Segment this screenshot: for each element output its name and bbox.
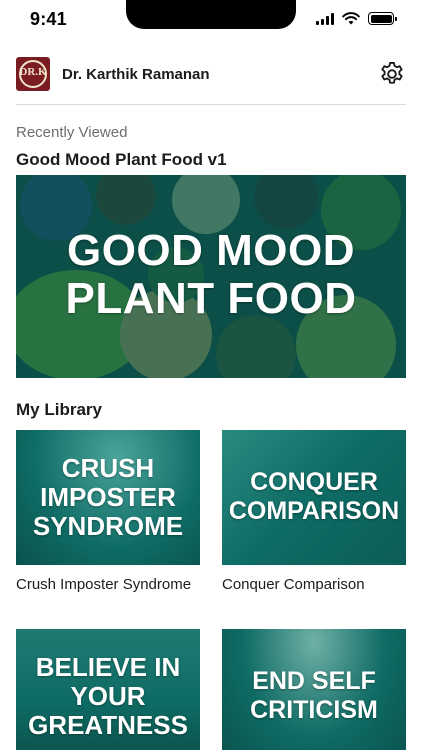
status-bar: 9:41 bbox=[0, 0, 422, 44]
recently-viewed-label: Recently Viewed bbox=[16, 124, 128, 141]
avatar-logo: DR.K bbox=[19, 66, 47, 78]
library-item-label[interactable]: Conquer Comparison bbox=[222, 572, 406, 597]
header-divider bbox=[16, 104, 406, 105]
hero-title-text: GOOD MOOD PLANT FOOD bbox=[65, 226, 357, 323]
library-item[interactable]: END SELF CRITICISM bbox=[222, 629, 406, 750]
thumbnail-text: CONQUER COMPARISON bbox=[228, 468, 400, 525]
library-item-thumbnail[interactable]: BELIEVE IN YOUR GREATNESS bbox=[16, 629, 200, 750]
library-item-label[interactable]: Crush Imposter Syndrome bbox=[16, 572, 200, 597]
status-icons bbox=[316, 12, 397, 25]
avatar[interactable]: DR.K bbox=[16, 57, 50, 91]
device-notch bbox=[126, 0, 296, 29]
thumbnail-text: CRUSH IMPOSTER SYNDROME bbox=[32, 453, 184, 541]
recently-viewed-thumbnail[interactable]: GOOD MOOD PLANT FOOD bbox=[16, 175, 406, 378]
library-item[interactable]: CRUSH IMPOSTER SYNDROME Crush Imposter S… bbox=[16, 430, 200, 597]
my-library-title: My Library bbox=[16, 400, 102, 419]
thumbnail-text: BELIEVE IN YOUR GREATNESS bbox=[28, 652, 188, 740]
wifi-icon bbox=[342, 12, 360, 25]
library-item[interactable]: CONQUER COMPARISON Conquer Comparison bbox=[222, 430, 406, 597]
recently-viewed-title[interactable]: Good Mood Plant Food v1 bbox=[16, 150, 227, 170]
library-item-thumbnail[interactable]: CRUSH IMPOSTER SYNDROME bbox=[16, 430, 200, 565]
thumbnail-text: END SELF CRITICISM bbox=[250, 667, 378, 724]
status-time: 9:41 bbox=[30, 9, 67, 29]
library-item-thumbnail[interactable]: CONQUER COMPARISON bbox=[222, 430, 406, 565]
user-name: Dr. Karthik Ramanan bbox=[62, 65, 210, 83]
gear-icon[interactable] bbox=[378, 60, 406, 88]
library-item-thumbnail[interactable]: END SELF CRITICISM bbox=[222, 629, 406, 750]
profile-header: DR.K Dr. Karthik Ramanan bbox=[16, 56, 406, 92]
cellular-signal-icon bbox=[316, 12, 334, 25]
battery-icon bbox=[368, 12, 397, 25]
library-item[interactable]: BELIEVE IN YOUR GREATNESS bbox=[16, 629, 200, 750]
